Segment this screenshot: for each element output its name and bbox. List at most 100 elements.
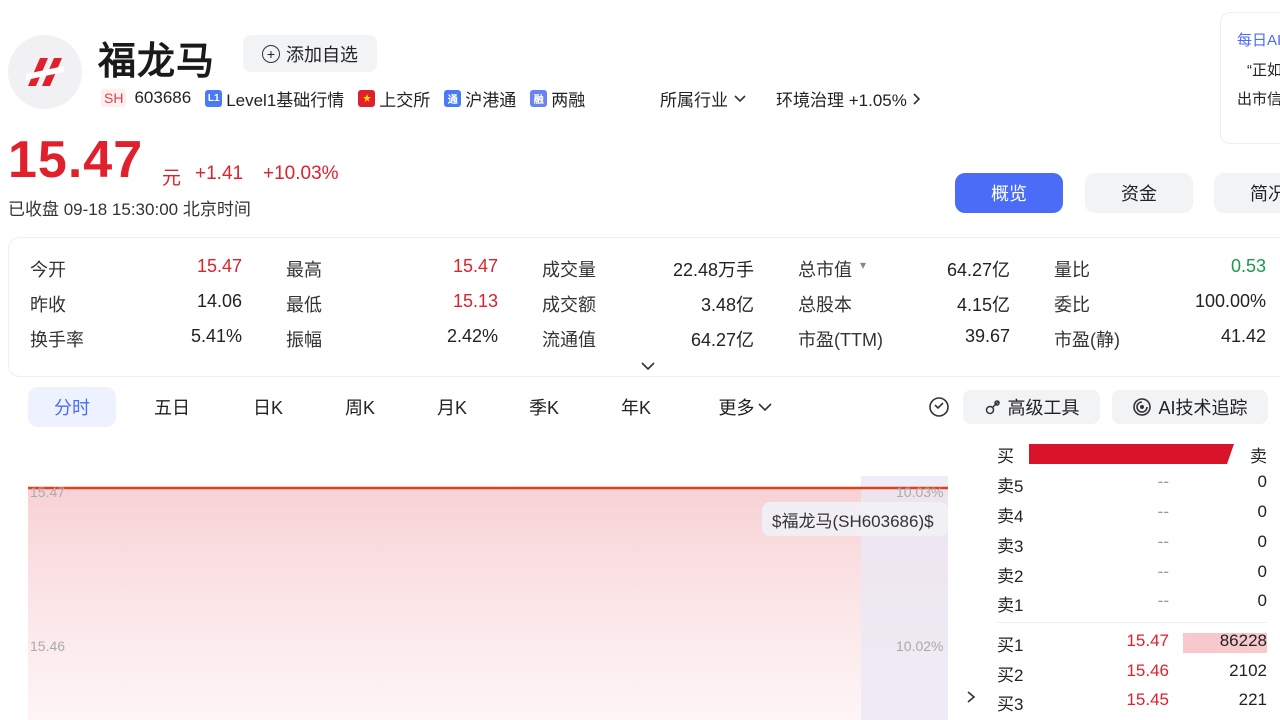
- stat-label: 昨收: [30, 295, 66, 315]
- stat-label: 最低: [286, 295, 322, 315]
- bid-price: 15.46: [1126, 661, 1169, 680]
- stat-value: 64.27亿: [946, 260, 1010, 280]
- order-book-header: 买 卖: [997, 442, 1267, 466]
- stat-label: 换手率: [30, 330, 84, 350]
- ask-row[interactable]: 卖5 -- 0: [997, 472, 1267, 496]
- bid-level: 买3: [997, 695, 1024, 714]
- ask-price: --: [1157, 591, 1169, 610]
- ai-card-line: 出市信: [1237, 91, 1280, 108]
- stat-value: 4.15亿: [956, 295, 1010, 315]
- advanced-tools-label: 高级工具: [1007, 398, 1080, 418]
- china-flag-icon: [358, 89, 376, 107]
- chevron-down-icon: [641, 362, 655, 371]
- tab-daily-k[interactable]: 日K: [228, 387, 308, 427]
- bid-row[interactable]: 买1 15.47 86228: [997, 631, 1267, 655]
- tab-intraday[interactable]: 分时: [28, 387, 116, 427]
- tab-monthly-k[interactable]: 月K: [412, 387, 492, 427]
- y-axis-label-left: 15.47: [30, 484, 66, 500]
- tab-weekly-k[interactable]: 周K: [320, 387, 400, 427]
- ask-price: --: [1157, 472, 1169, 491]
- bid-price: 15.45: [1126, 690, 1169, 709]
- chevron-down-icon: [734, 94, 746, 102]
- tab-five-day[interactable]: 五日: [132, 387, 212, 427]
- sell-header: 卖: [1250, 447, 1267, 466]
- tab-more[interactable]: 更多: [700, 387, 790, 427]
- margin-badge-icon: 融: [530, 89, 548, 107]
- stat-label: 委比: [1054, 295, 1090, 315]
- tab-more-label: 更多: [718, 398, 755, 418]
- ask-row[interactable]: 卖1 -- 0: [997, 591, 1267, 615]
- tag-margin[interactable]: 融 两融: [530, 86, 585, 111]
- stat-label: 总股本: [798, 295, 852, 315]
- tag-exchange[interactable]: 上交所: [358, 86, 430, 111]
- stat-value: 3.48亿: [700, 295, 754, 315]
- bid-level: 买1: [997, 636, 1024, 655]
- market-status: 已收盘 09-18 15:30:00 北京时间: [8, 200, 251, 219]
- refresh-chart-button[interactable]: [928, 396, 950, 423]
- stat-label: 成交额: [542, 295, 596, 315]
- sector-link[interactable]: 环境治理 +1.05%: [776, 86, 921, 111]
- stat-value: 39.67: [964, 326, 1010, 346]
- tools-icon: [985, 400, 1000, 415]
- ask-level: 卖5: [997, 477, 1024, 496]
- stat-value: 64.27亿: [690, 330, 754, 350]
- ask-level: 卖4: [997, 507, 1024, 526]
- stat-value: 22.48万手: [672, 260, 754, 280]
- stat-value: 15.47: [196, 256, 242, 276]
- order-book-divider: [997, 622, 1267, 623]
- stat-label: 量比: [1054, 260, 1090, 280]
- ai-spiral-icon: [1133, 398, 1152, 416]
- tag-label: 沪港通: [465, 90, 517, 110]
- bid-price: 15.47: [1126, 631, 1169, 650]
- buy-sell-ratio-bar: [1029, 444, 1234, 464]
- tag-label: 上交所: [379, 90, 431, 110]
- stat-value: 5.41%: [190, 326, 242, 346]
- ai-tracking-button[interactable]: AI技术追踪: [1112, 390, 1268, 424]
- collapse-orderbook-button[interactable]: [966, 690, 976, 709]
- tag-level1[interactable]: L1 Level1基础行情: [205, 86, 344, 111]
- bid-row[interactable]: 买2 15.46 2102: [997, 661, 1267, 685]
- tab-brief[interactable]: 简况: [1214, 173, 1280, 213]
- expand-stats-button[interactable]: [640, 358, 656, 376]
- stock-logo: [8, 35, 82, 109]
- ask-level: 卖1: [997, 596, 1024, 615]
- sector-label: 环境治理 +1.05%: [776, 91, 907, 110]
- ask-volume: 0: [1257, 472, 1267, 491]
- ask-volume: 0: [1257, 562, 1267, 581]
- ask-row[interactable]: 卖2 -- 0: [997, 562, 1267, 586]
- y-axis-label-right: 10.02%: [896, 638, 944, 654]
- chart-mode-icon: [929, 397, 949, 417]
- stat-value: 14.06: [196, 291, 242, 311]
- tab-overview[interactable]: 概览: [955, 173, 1063, 213]
- stat-label: 总市值: [798, 260, 852, 280]
- advanced-tools-button[interactable]: 高级工具: [963, 390, 1100, 424]
- fulongma-logo-icon: [26, 58, 64, 86]
- ask-level: 卖2: [997, 567, 1024, 586]
- bid-row[interactable]: 买3 15.45 221: [997, 690, 1267, 714]
- exchange-prefix: SH: [101, 89, 127, 107]
- add-watchlist-label: 添加自选: [286, 44, 358, 65]
- stat-value: 15.13: [452, 291, 498, 311]
- add-watchlist-button[interactable]: + 添加自选: [243, 35, 377, 72]
- tab-yearly-k[interactable]: 年K: [596, 387, 676, 427]
- ask-price: --: [1157, 532, 1169, 551]
- tag-label: Level1基础行情: [226, 90, 345, 110]
- bid-volume: 86228: [1219, 631, 1267, 650]
- tab-quarterly-k[interactable]: 季K: [504, 387, 584, 427]
- tab-fund[interactable]: 资金: [1085, 173, 1193, 213]
- y-axis-label-right: 10.03%: [896, 484, 944, 500]
- stock-tag-tooltip[interactable]: $福龙马(SH603686)$: [762, 502, 948, 536]
- stat-label: 振幅: [286, 330, 322, 350]
- stat-value: 15.47: [452, 256, 498, 276]
- ai-tracking-label: AI技术追踪: [1158, 398, 1248, 418]
- price-change-percent: +10.03%: [263, 163, 339, 184]
- caret-down-icon[interactable]: ▾: [860, 258, 866, 272]
- y-axis-label-left: 15.46: [30, 638, 66, 654]
- ask-row[interactable]: 卖4 -- 0: [997, 502, 1267, 526]
- daily-ai-card[interactable]: 每日AI “正如 出市信: [1220, 12, 1280, 144]
- bid-volume: 2102: [1229, 661, 1267, 680]
- stock-code: SH 603686: [101, 88, 191, 108]
- ask-row[interactable]: 卖3 -- 0: [997, 532, 1267, 556]
- tag-stock-connect[interactable]: 通 沪港通: [444, 86, 516, 111]
- industry-dropdown[interactable]: 所属行业: [660, 86, 746, 111]
